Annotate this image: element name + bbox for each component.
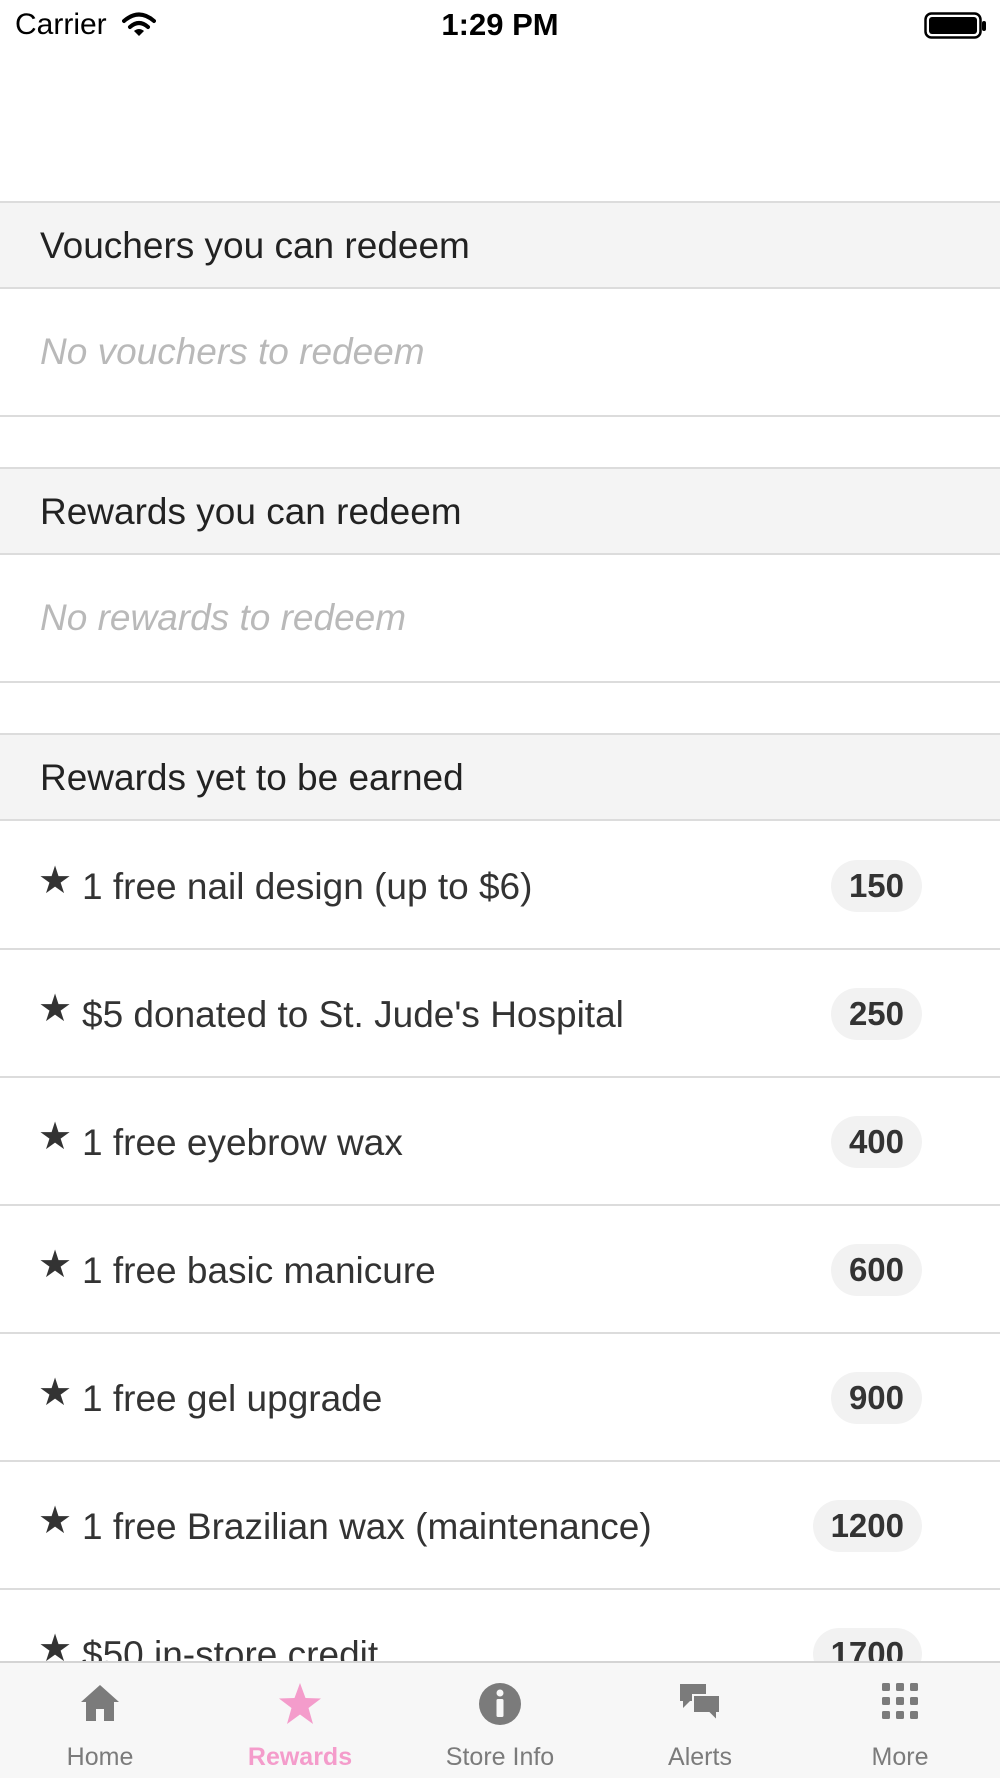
reward-label: 1 free gel upgrade [82, 1378, 383, 1419]
status-time: 1:29 PM [441, 7, 559, 42]
tab-alerts[interactable]: Alerts [600, 1663, 800, 1778]
reward-points-badge: 150 [830, 860, 922, 912]
tab-home[interactable]: Home [0, 1663, 200, 1778]
reward-row[interactable]: ★ 1 free eyebrow wax 400 [0, 1078, 1000, 1206]
reward-label: 1 free Brazilian wax (maintenance) [82, 1506, 652, 1547]
reward-points-badge: 1200 [812, 1500, 922, 1552]
tab-store-info-label: Store Info [445, 1743, 555, 1771]
reward-label: 1 free eyebrow wax [82, 1122, 403, 1163]
battery-icon [924, 12, 988, 45]
reward-label: 1 free nail design (up to $6) [82, 866, 533, 907]
rewards-screen: Carrier 1:29 PM Vouchers you can redeem … [0, 0, 1000, 1778]
star-icon [200, 1681, 400, 1731]
to-earn-section-title: Rewards yet to be earned [40, 757, 464, 798]
reward-points-badge: 900 [830, 1372, 922, 1424]
tab-rewards[interactable]: Rewards [200, 1663, 400, 1778]
reward-row[interactable]: ★ $5 donated to St. Jude's Hospital 250 [0, 950, 1000, 1078]
vouchers-section-header: Vouchers you can redeem [0, 201, 1000, 289]
reward-row[interactable]: ★ 1 free basic manicure 600 [0, 1206, 1000, 1334]
reward-list: ★ 1 free nail design (up to $6) 150 ★ $5… [0, 822, 1000, 1718]
reward-label: 1 free basic manicure [82, 1250, 436, 1291]
reward-label: $5 donated to St. Jude's Hospital [82, 994, 624, 1035]
star-icon: ★ [38, 1244, 73, 1286]
reward-row[interactable]: ★ 1 free Brazilian wax (maintenance) 120… [0, 1462, 1000, 1590]
rewards-empty-text: No rewards to redeem [40, 597, 407, 638]
reward-row[interactable]: ★ 1 free nail design (up to $6) 150 [0, 822, 1000, 950]
star-icon: ★ [38, 1500, 73, 1542]
tab-store-info[interactable]: Store Info [400, 1663, 600, 1778]
star-icon: ★ [38, 988, 73, 1030]
star-icon: ★ [38, 860, 73, 902]
reward-points-badge: 600 [830, 1244, 922, 1296]
vouchers-empty-row: No vouchers to redeem [0, 289, 1000, 417]
to-earn-section-header: Rewards yet to be earned [0, 733, 1000, 821]
status-bar: Carrier 1:29 PM [0, 0, 1000, 50]
info-icon [400, 1681, 600, 1731]
chat-bubbles-icon [600, 1681, 800, 1731]
vouchers-section-title: Vouchers you can redeem [40, 225, 470, 266]
reward-row[interactable]: ★ 1 free gel upgrade 900 [0, 1334, 1000, 1462]
star-icon: ★ [38, 1372, 73, 1414]
vouchers-empty-text: No vouchers to redeem [40, 331, 425, 372]
tab-home-label: Home [66, 1743, 134, 1771]
rewards-empty-row: No rewards to redeem [0, 555, 1000, 683]
star-icon: ★ [38, 1116, 73, 1158]
rewards-section-header: Rewards you can redeem [0, 467, 1000, 555]
rewards-section-title: Rewards you can redeem [40, 491, 462, 532]
tab-bar: Home Rewards Store Info Alerts More [0, 1661, 1000, 1778]
grid-icon [800, 1681, 1000, 1731]
tab-rewards-label: Rewards [247, 1743, 353, 1771]
reward-points-badge: 250 [830, 988, 922, 1040]
tab-more-label: More [871, 1743, 929, 1771]
tab-alerts-label: Alerts [668, 1743, 732, 1771]
tab-more[interactable]: More [800, 1663, 1000, 1778]
home-icon [0, 1681, 200, 1731]
reward-points-badge: 400 [830, 1116, 922, 1168]
